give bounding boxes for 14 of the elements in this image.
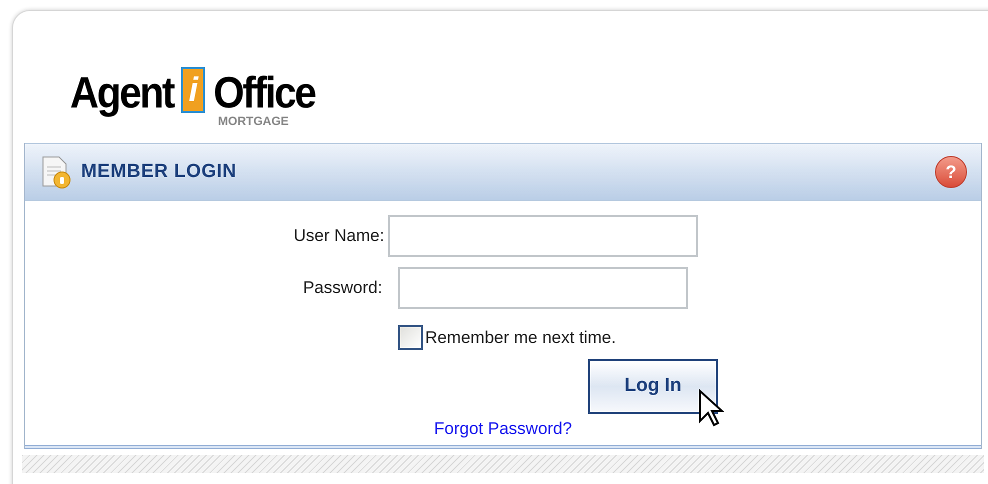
panel-title: MEMBER LOGIN	[81, 160, 237, 184]
remember-label: Remember me next time.	[425, 327, 616, 349]
logo-text: Office	[213, 71, 315, 115]
password-field[interactable]	[398, 267, 688, 309]
logo-text: Agent	[70, 71, 174, 115]
field-label: Password:	[302, 277, 382, 300]
remember-checkbox[interactable]	[398, 325, 424, 350]
logo-subtitle: MORTGAGE	[218, 115, 289, 127]
cursor-icon	[698, 388, 724, 428]
logo-letter: i	[181, 67, 206, 113]
forgot-password-link[interactable]: Forgot Password?	[434, 416, 572, 441]
login-button[interactable]: Log In	[588, 358, 718, 414]
field-label: User Name:	[294, 225, 384, 248]
username-field[interactable]	[388, 215, 698, 257]
